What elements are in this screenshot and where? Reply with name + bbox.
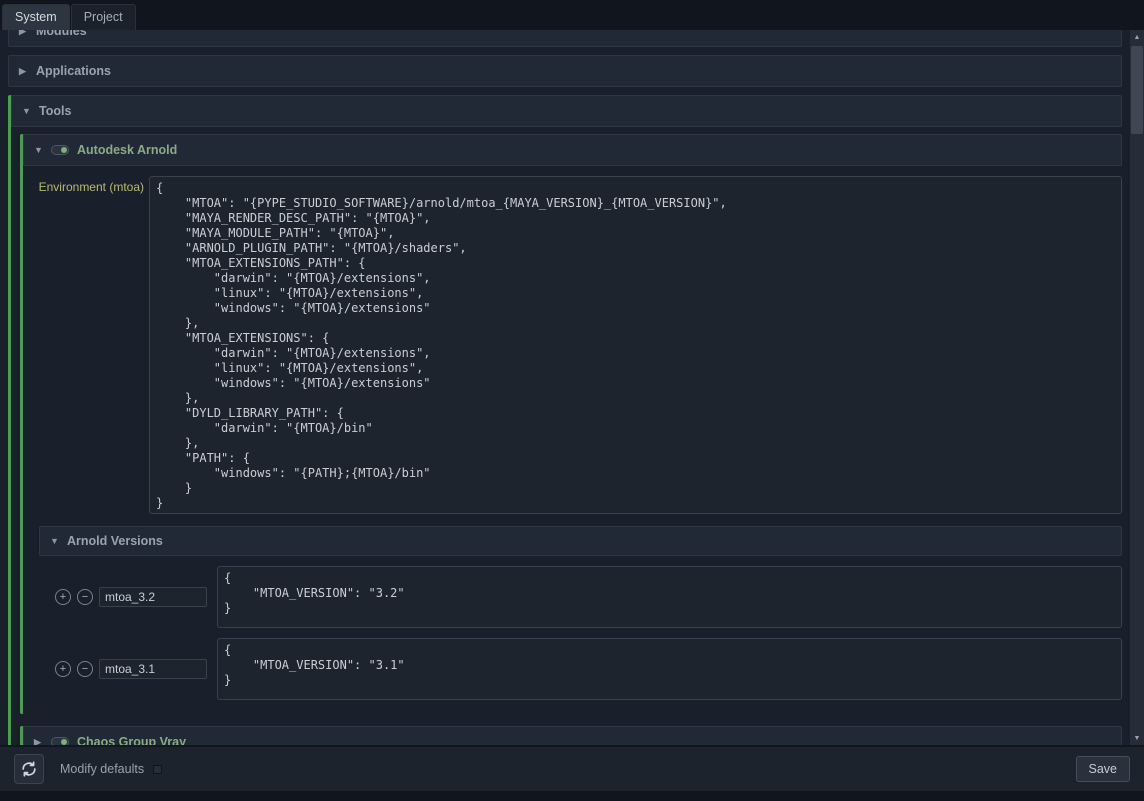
footer-bar: Modify defaults Save xyxy=(0,745,1144,791)
modify-defaults-checkbox[interactable] xyxy=(153,765,162,774)
section-label-applications: Applications xyxy=(36,64,111,78)
remove-version-button[interactable]: − xyxy=(77,661,93,677)
group-chaos-group-vray: ▶ Chaos Group Vray xyxy=(20,726,1122,745)
chevron-right-icon: ▶ xyxy=(19,30,36,37)
window-bottom-edge xyxy=(0,791,1144,801)
vertical-scrollbar: ▲ ▼ xyxy=(1130,30,1144,745)
tab-bar: System Project xyxy=(0,0,1144,30)
group-title-chaos-group-vray: Chaos Group Vray xyxy=(77,735,186,745)
toggle-knob xyxy=(61,147,67,153)
version-json-editor[interactable]: { "MTOA_VERSION": "3.1" } xyxy=(217,638,1122,700)
chevron-down-icon: ▼ xyxy=(50,536,67,546)
environment-label: Environment (mtoa) xyxy=(25,176,149,194)
chevron-down-icon: ▼ xyxy=(22,106,39,116)
arnold-body: Environment (mtoa) { "MTOA": "{PYPE_STUD… xyxy=(23,166,1122,714)
tab-project[interactable]: Project xyxy=(71,4,136,30)
refresh-button[interactable] xyxy=(14,754,44,784)
section-header-tools[interactable]: ▼ Tools xyxy=(11,95,1122,127)
modify-defaults-label: Modify defaults xyxy=(60,762,144,776)
group-header-chaos-group-vray[interactable]: ▶ Chaos Group Vray xyxy=(23,726,1122,745)
settings-content: ▶ Modules ▶ Applications ▼ Tools ▼ xyxy=(0,30,1130,745)
scrollbar-thumb[interactable] xyxy=(1131,46,1143,134)
environment-json-editor[interactable]: { "MTOA": "{PYPE_STUDIO_SOFTWARE}/arnold… xyxy=(149,176,1122,514)
section-label-arnold-versions: Arnold Versions xyxy=(67,534,163,548)
group-title-autodesk-arnold: Autodesk Arnold xyxy=(77,143,177,157)
vray-enabled-toggle[interactable] xyxy=(51,737,69,745)
arnold-enabled-toggle[interactable] xyxy=(51,145,69,155)
chevron-right-icon: ▶ xyxy=(34,737,51,746)
group-header-autodesk-arnold[interactable]: ▼ Autodesk Arnold xyxy=(23,134,1122,166)
chevron-down-icon: ▼ xyxy=(34,145,51,155)
version-json-editor[interactable]: { "MTOA_VERSION": "3.2" } xyxy=(217,566,1122,628)
version-row: + − { "MTOA_VERSION": "3.1" } xyxy=(55,638,1122,700)
version-name-input[interactable] xyxy=(99,659,207,679)
section-header-modules[interactable]: ▶ Modules xyxy=(8,30,1122,47)
version-row: + − { "MTOA_VERSION": "3.2" } xyxy=(55,566,1122,628)
chevron-right-icon: ▶ xyxy=(19,66,36,77)
version-name-input[interactable] xyxy=(99,587,207,607)
settings-window: System Project ▶ Modules ▶ Applications … xyxy=(0,0,1144,801)
tools-body: ▼ Autodesk Arnold Environment (mtoa) { "… xyxy=(11,127,1122,745)
section-label-tools: Tools xyxy=(39,104,71,118)
section-group-tools: ▼ Tools ▼ Autodesk Arnold xyxy=(8,95,1122,745)
save-button[interactable]: Save xyxy=(1076,756,1131,782)
add-version-button[interactable]: + xyxy=(55,661,71,677)
section-header-applications[interactable]: ▶ Applications xyxy=(8,55,1122,87)
environment-row: Environment (mtoa) { "MTOA": "{PYPE_STUD… xyxy=(25,176,1122,514)
scroll-down-arrow-icon[interactable]: ▼ xyxy=(1130,731,1144,745)
section-header-arnold-versions[interactable]: ▼ Arnold Versions xyxy=(39,526,1122,556)
settings-scroll-area: ▶ Modules ▶ Applications ▼ Tools ▼ xyxy=(0,30,1144,745)
add-version-button[interactable]: + xyxy=(55,589,71,605)
remove-version-button[interactable]: − xyxy=(77,589,93,605)
tab-system[interactable]: System xyxy=(2,4,70,30)
toggle-knob xyxy=(61,739,67,745)
group-autodesk-arnold: ▼ Autodesk Arnold Environment (mtoa) { "… xyxy=(20,134,1122,714)
section-label-modules: Modules xyxy=(36,30,87,38)
scroll-up-arrow-icon[interactable]: ▲ xyxy=(1130,30,1144,44)
refresh-icon xyxy=(21,761,37,777)
